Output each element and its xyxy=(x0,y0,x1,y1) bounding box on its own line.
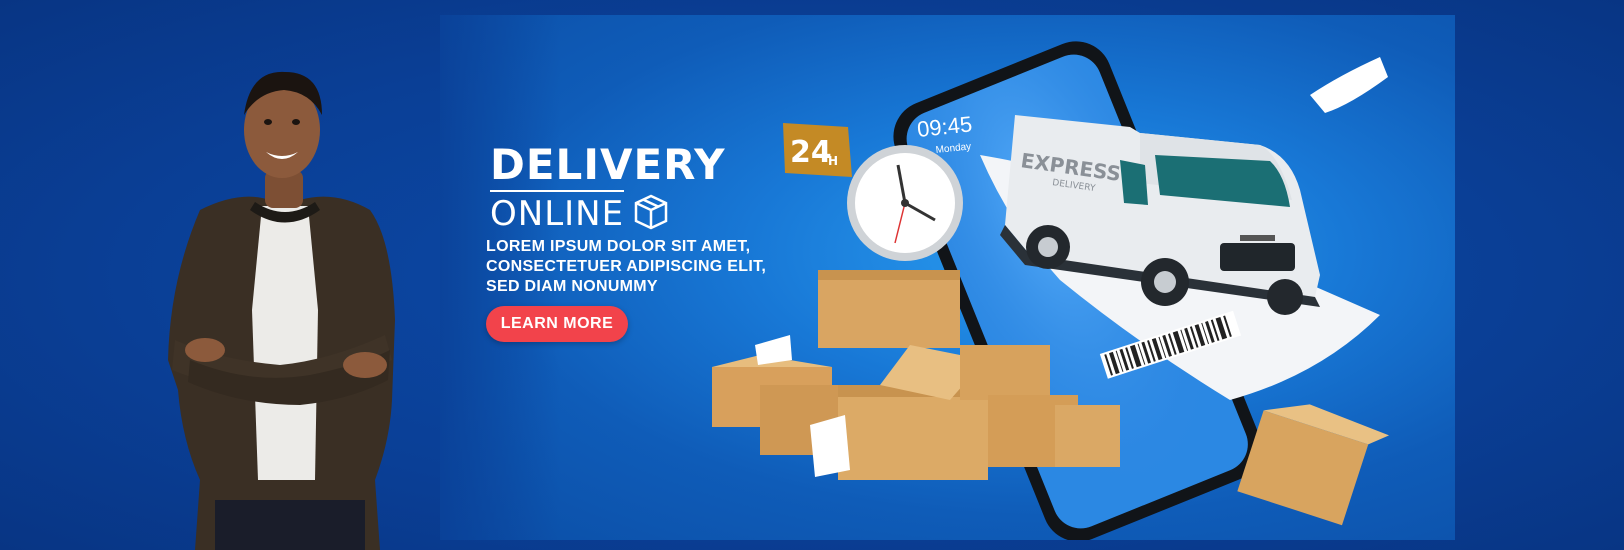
hours-badge: 24 H xyxy=(783,123,852,177)
tagline: LOREM IPSUM DOLOR SIT AMET, CONSECTETUER… xyxy=(486,237,766,297)
svg-text:24: 24 xyxy=(790,135,832,170)
person-photo xyxy=(168,71,395,550)
tagline-line-2: CONSECTETUER ADIPISCING ELIT, xyxy=(486,258,767,275)
tagline-line-3: SED DIAM NONUMMY xyxy=(486,278,658,295)
svg-text:H: H xyxy=(828,154,838,168)
headline-subtitle: ONLINE xyxy=(490,190,625,234)
flying-receipt xyxy=(1310,57,1388,113)
clock-icon xyxy=(847,145,963,261)
headline: DELIVERY ONLINE xyxy=(490,142,726,234)
box-icon xyxy=(634,194,668,230)
learn-more-button[interactable]: LEARN MORE xyxy=(486,306,628,342)
headline-title: DELIVERY xyxy=(490,140,726,189)
tagline-line-1: LOREM IPSUM DOLOR SIT AMET, xyxy=(486,238,751,255)
headline-subrow: ONLINE xyxy=(490,190,726,234)
hero-stage: 09:45 Monday EXPRESS DELIVERY 24 H DELIV… xyxy=(0,0,1624,550)
delivery-banner: 09:45 Monday EXPRESS DELIVERY 24 H DELIV… xyxy=(440,15,1455,540)
